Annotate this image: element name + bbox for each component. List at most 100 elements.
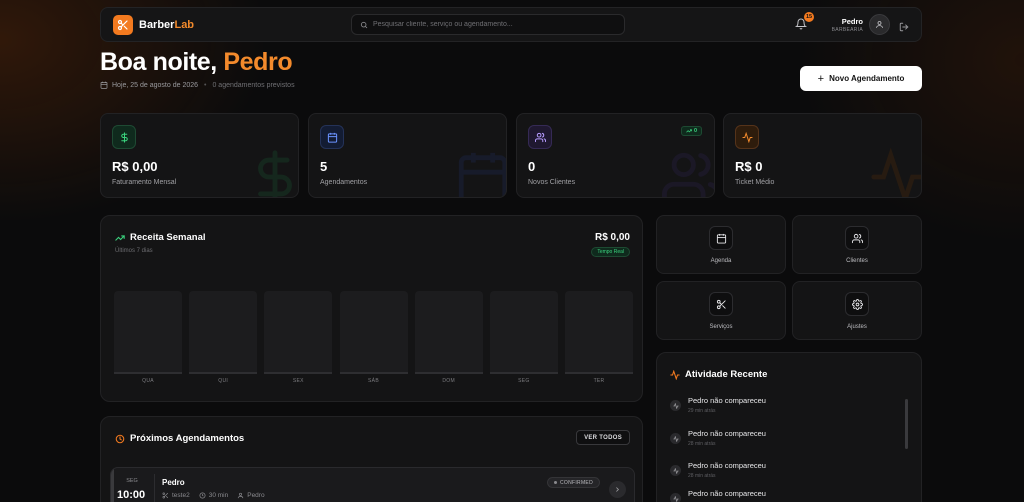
logout-icon[interactable] bbox=[899, 19, 910, 32]
revenue-bar-track bbox=[489, 291, 558, 373]
revenue-bar-baseline bbox=[264, 372, 333, 374]
revenue-bar-column[interactable]: TER bbox=[565, 291, 634, 391]
users-icon bbox=[528, 125, 552, 149]
activity-title: Pedro não compareceu bbox=[688, 396, 766, 405]
activity-title: Pedro não compareceu bbox=[688, 489, 766, 498]
stat-label: Novos Clientes bbox=[528, 179, 576, 186]
user-info[interactable]: Pedro BARBEARIA bbox=[832, 17, 863, 33]
revenue-bar-track bbox=[414, 291, 483, 373]
live-badge: Tempo Real bbox=[591, 247, 630, 257]
activity-time: 28 min atrás bbox=[688, 473, 716, 479]
revenue-day-label: SÁB bbox=[368, 378, 379, 384]
revenue-bar-column[interactable]: QUA bbox=[114, 291, 182, 391]
revenue-bar-baseline bbox=[565, 372, 634, 374]
revenue-bar-track bbox=[114, 291, 182, 373]
user-role: BARBEARIA bbox=[831, 27, 863, 33]
revenue-bar-track bbox=[339, 291, 408, 373]
appointment-service: teste2 bbox=[172, 492, 190, 499]
stat-value: R$ 0,00 bbox=[112, 159, 158, 174]
appointment-duration: 30 min bbox=[208, 492, 229, 499]
calendar-icon bbox=[709, 226, 733, 250]
upcoming-appointments-panel: Próximos Agendamentos VER TODOS SEG 10:0… bbox=[100, 416, 643, 502]
stat-card-revenue[interactable]: R$ 0,00 Faturamento Mensal bbox=[100, 113, 299, 198]
calendar-small-icon bbox=[100, 81, 108, 89]
revenue-bar-column[interactable]: DOM bbox=[414, 291, 483, 391]
search-bar[interactable] bbox=[351, 14, 625, 35]
users-icon bbox=[845, 226, 869, 250]
quick-action-clients[interactable]: Clientes bbox=[792, 215, 922, 274]
quick-action-label: Ajustes bbox=[847, 324, 867, 330]
stat-label: Agendamentos bbox=[320, 179, 368, 186]
weekly-revenue-total: R$ 0,00 bbox=[594, 232, 630, 243]
revenue-day-label: QUI bbox=[218, 378, 229, 384]
scissors-logo-icon bbox=[113, 14, 133, 35]
revenue-bar-column[interactable]: SÁB bbox=[339, 291, 408, 391]
date-line: Hoje, 25 de agosto de 2026 • 0 agendamen… bbox=[100, 81, 295, 89]
activity-item-icon bbox=[670, 400, 681, 411]
revenue-day-label: SEX bbox=[292, 378, 304, 384]
stat-label: Faturamento Mensal bbox=[112, 179, 177, 186]
new-appointment-button[interactable]: + Novo Agendamento bbox=[800, 66, 922, 91]
page-title: Boa noite, Pedro bbox=[100, 48, 293, 76]
dollar-watermark-icon bbox=[246, 148, 298, 197]
see-all-button[interactable]: VER TODOS bbox=[576, 430, 630, 445]
user-name: Pedro bbox=[841, 17, 863, 26]
stat-card-appointments[interactable]: 5 Agendamentos bbox=[308, 113, 507, 198]
trend-up-icon bbox=[115, 234, 125, 241]
activity-watermark-icon bbox=[869, 147, 921, 197]
revenue-bar-baseline bbox=[489, 372, 558, 374]
revenue-bar-column[interactable]: QUI bbox=[189, 291, 258, 391]
revenue-bar-baseline bbox=[189, 372, 258, 374]
revenue-day-label: SEG bbox=[518, 378, 530, 384]
activity-item[interactable]: Pedro não compareceu 28 min atrás bbox=[670, 461, 766, 479]
weekly-revenue-panel: Receita Semanal Últimos 7 dias R$ 0,00 T… bbox=[100, 215, 643, 402]
calendar-watermark-icon bbox=[454, 148, 506, 197]
revenue-day-label: DOM bbox=[442, 378, 455, 384]
stat-label: Ticket Médio bbox=[735, 179, 775, 186]
quick-action-label: Clientes bbox=[846, 258, 868, 264]
revenue-bar-baseline bbox=[414, 372, 483, 374]
gear-icon bbox=[845, 292, 869, 316]
activity-icon bbox=[670, 369, 680, 380]
current-date: Hoje, 25 de agosto de 2026 bbox=[112, 81, 199, 89]
brand-name: BarberLab bbox=[139, 18, 195, 31]
scrollbar[interactable] bbox=[905, 399, 908, 449]
appointment-meta: teste2 30 min Pedro bbox=[162, 492, 274, 499]
trend-up-icon bbox=[686, 129, 692, 133]
appointments-count-note: 0 agendamentos previstos bbox=[212, 81, 295, 89]
revenue-bar-baseline bbox=[339, 372, 408, 374]
revenue-bar-column[interactable]: SEG bbox=[489, 291, 558, 391]
status-dot bbox=[554, 481, 557, 484]
quick-action-label: Serviços bbox=[709, 324, 733, 330]
chevron-right-icon[interactable] bbox=[609, 481, 626, 498]
activity-item[interactable]: Pedro não compareceu bbox=[670, 489, 766, 502]
dollar-icon bbox=[112, 125, 136, 149]
brand[interactable]: BarberLab bbox=[113, 14, 195, 35]
revenue-bar-column[interactable]: SEX bbox=[264, 291, 333, 391]
trend-badge: 0 bbox=[680, 126, 702, 136]
activity-item[interactable]: Pedro não compareceu 29 min atrás bbox=[670, 396, 766, 414]
activity-item[interactable]: Pedro não compareceu 28 min atrás bbox=[670, 429, 766, 447]
revenue-day-label: TER bbox=[593, 378, 605, 384]
quick-action-agenda[interactable]: Agenda bbox=[656, 215, 786, 274]
revenue-bar-track bbox=[189, 291, 258, 373]
calendar-icon bbox=[320, 125, 344, 149]
plus-icon: + bbox=[817, 72, 825, 85]
clock-icon bbox=[199, 492, 206, 499]
weekly-revenue-title: Receita Semanal bbox=[115, 232, 206, 243]
activity-title: Pedro não compareceu bbox=[688, 461, 766, 470]
activity-time: 29 min atrás bbox=[688, 408, 716, 414]
separator-dot: • bbox=[204, 81, 207, 89]
appointment-card[interactable]: SEG 10:00 Pedro teste2 30 min Pedro CONF… bbox=[110, 467, 635, 502]
avatar[interactable] bbox=[869, 14, 890, 35]
stat-card-new-clients[interactable]: 0 0 Novos Clientes bbox=[516, 113, 715, 198]
activity-item-icon bbox=[670, 493, 681, 502]
recent-activity-title: Atividade Recente bbox=[670, 369, 767, 380]
stat-card-average-ticket[interactable]: R$ 0 Ticket Médio bbox=[723, 113, 922, 198]
stat-value: 0 bbox=[528, 159, 536, 174]
search-input[interactable] bbox=[373, 21, 624, 28]
activity-icon bbox=[735, 125, 759, 149]
quick-action-settings[interactable]: Ajustes bbox=[792, 281, 922, 340]
status-badge: CONFIRMED bbox=[547, 477, 600, 488]
quick-action-services[interactable]: Serviços bbox=[656, 281, 786, 340]
